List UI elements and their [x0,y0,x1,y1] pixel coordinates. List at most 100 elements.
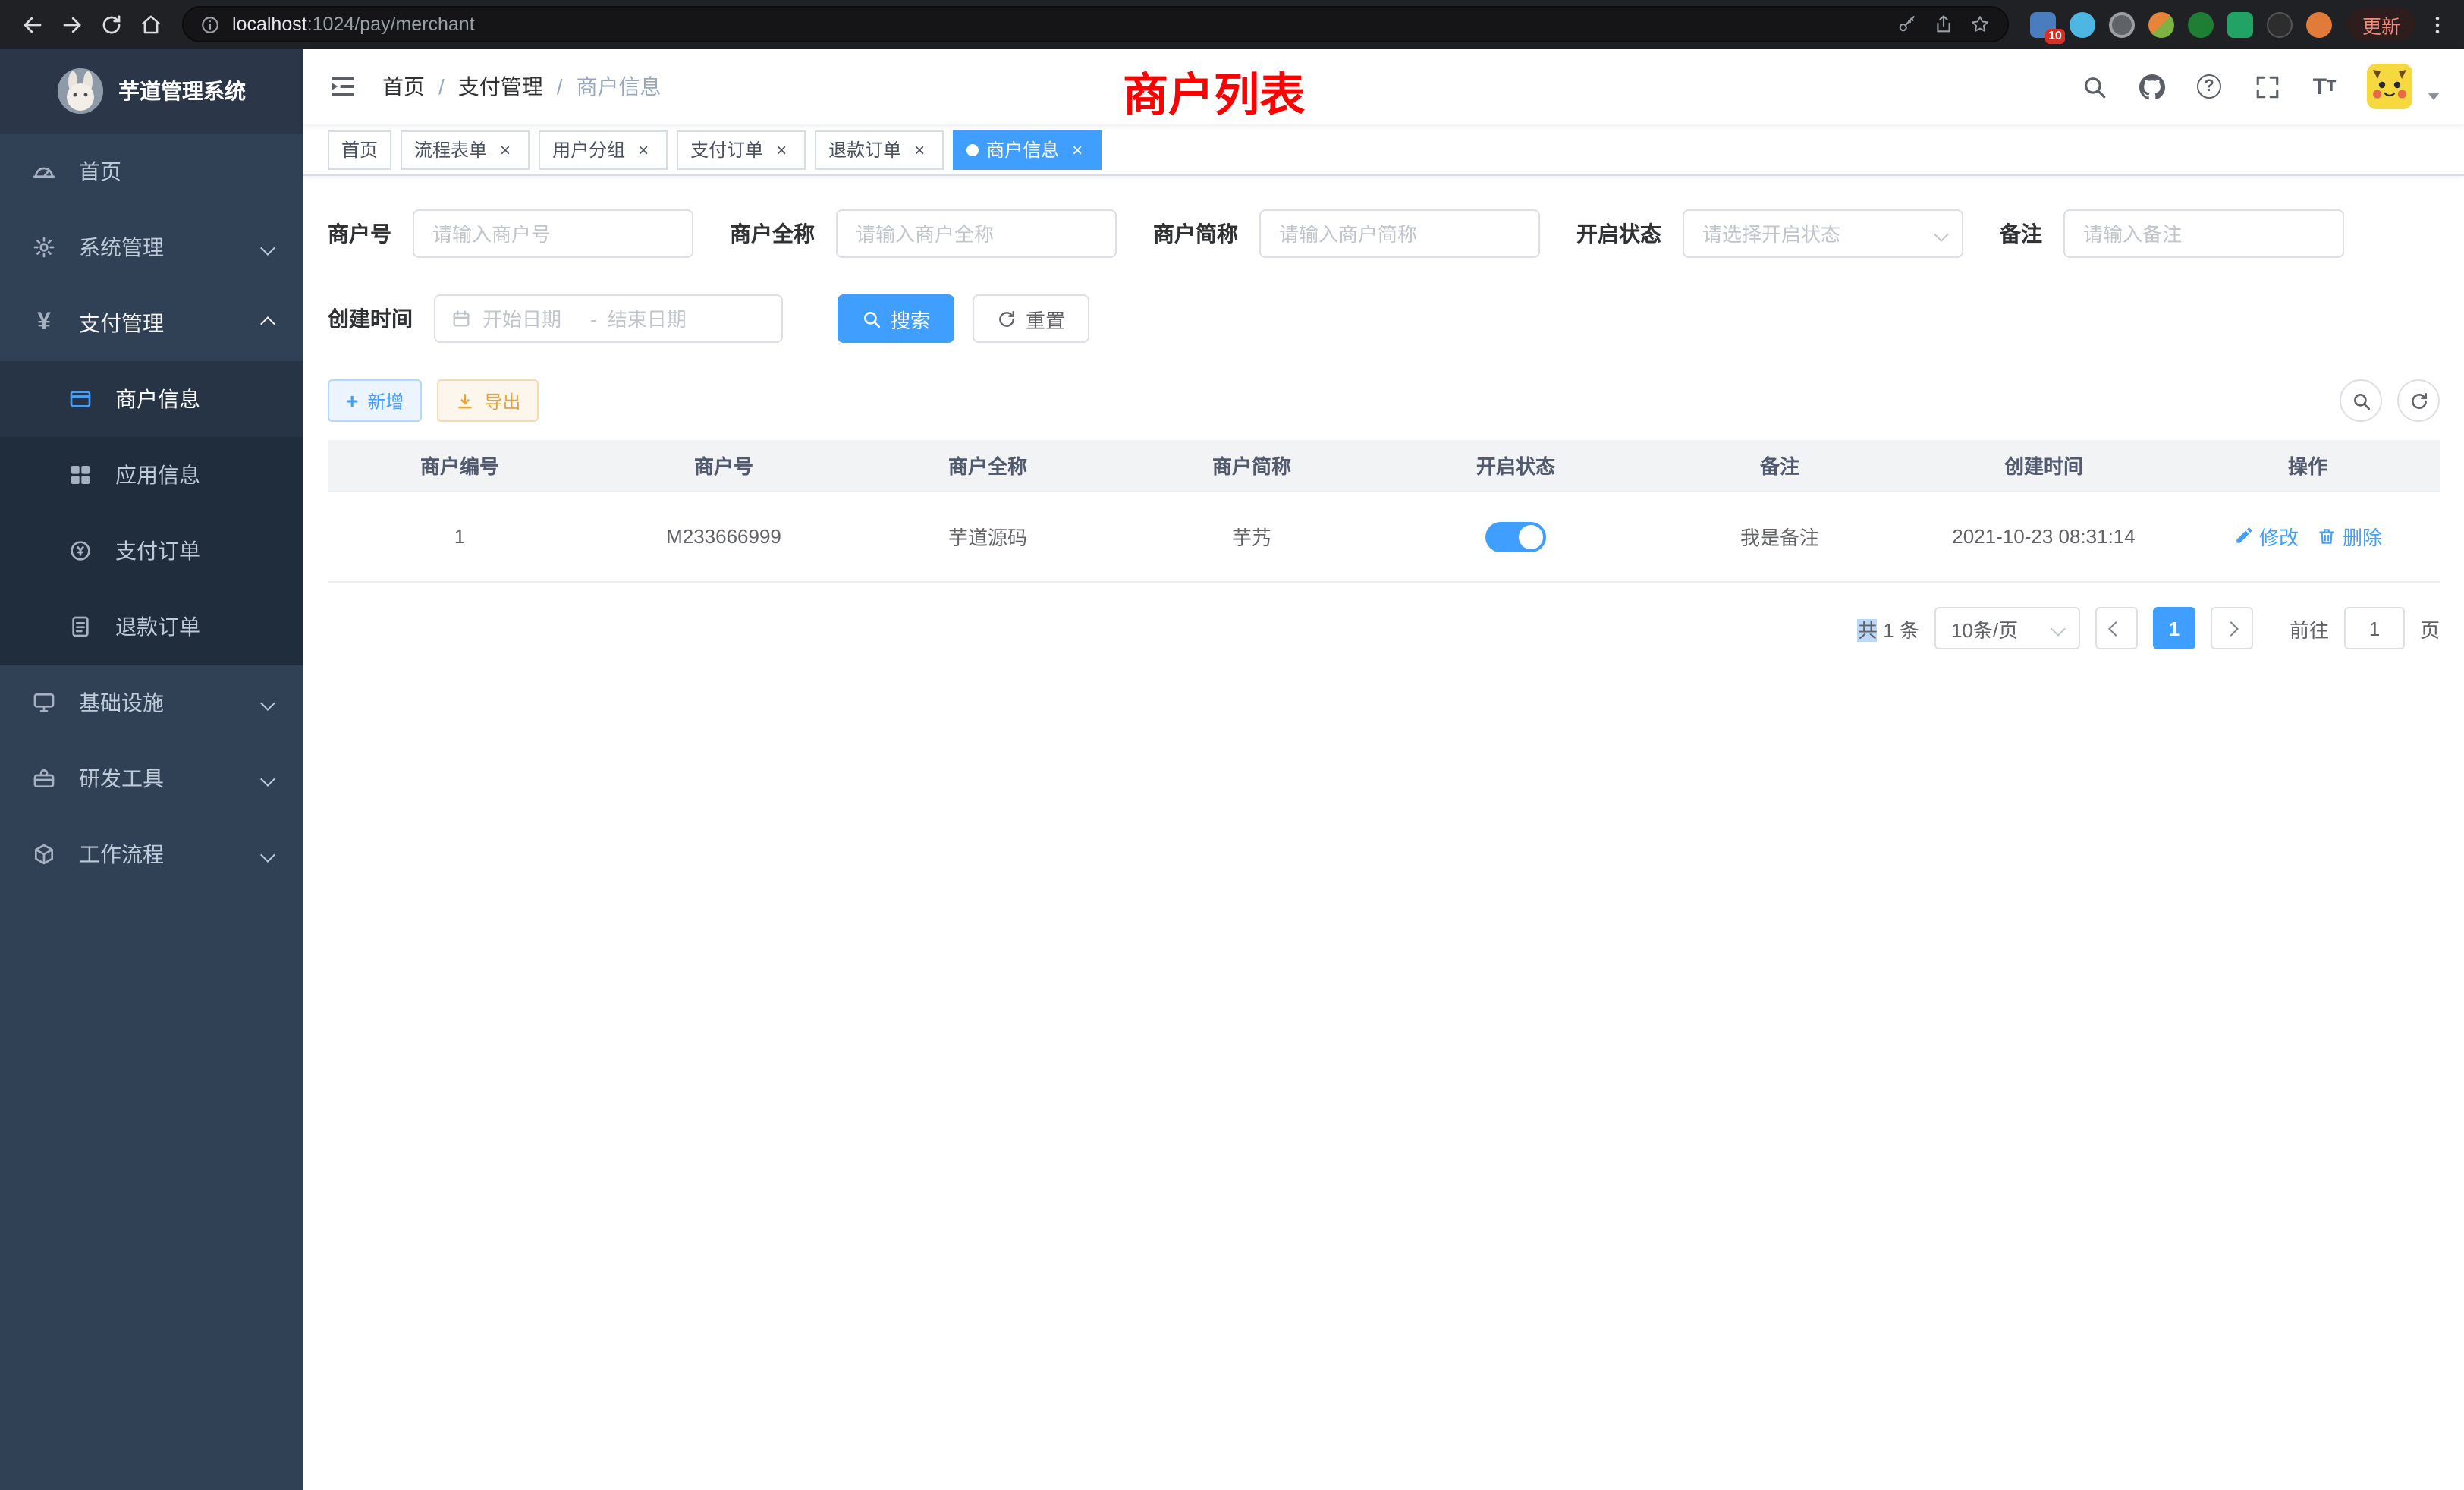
tab-process-form[interactable]: 流程表单× [401,130,530,169]
date-end-input[interactable] [608,307,705,330]
breadcrumb-separator: / [557,74,563,99]
tab-pay-orders[interactable]: 支付订单× [677,130,806,169]
page-number-1[interactable]: 1 [2153,607,2195,649]
github-button[interactable] [2136,71,2167,102]
search-icon [862,309,882,328]
sidebar-logo[interactable]: 芋道管理系统 [0,49,303,134]
sidebar-toggle-button[interactable] [328,71,358,102]
bookmark-star-icon[interactable] [1969,14,1991,35]
sidebar-item-dev-tools[interactable]: 研发工具 [0,740,303,816]
sidebar-item-system[interactable]: 系统管理 [0,209,303,285]
date-start-input[interactable] [482,307,580,330]
trash-icon [2317,527,2337,546]
sidebar-item-label: 基础设施 [79,687,164,718]
extension-drop-icon[interactable] [2070,11,2095,37]
close-icon[interactable]: × [1067,139,1088,160]
next-page-button[interactable] [2211,607,2253,649]
full-name-input[interactable] [836,209,1117,258]
browser-back-button[interactable] [12,5,52,44]
breadcrumb-separator: / [438,74,445,99]
field-label: 开启状态 [1576,218,1661,249]
browser-forward-button[interactable] [52,5,91,44]
browser-refresh-button[interactable] [91,5,130,44]
merchant-no-input[interactable] [413,209,693,258]
chevron-up-icon [260,316,275,331]
edit-icon [2233,527,2253,546]
browser-menu-button[interactable] [2422,13,2452,36]
extension-green-circle-icon[interactable] [2188,11,2214,37]
column-header: 商户号 [592,440,856,490]
remark-input[interactable] [2063,209,2344,258]
breadcrumb-payment[interactable]: 支付管理 [458,71,543,102]
prev-page-button[interactable] [2095,607,2138,649]
help-button[interactable]: ? [2194,71,2224,102]
cell-remark: 我是备注 [1648,492,1912,581]
sidebar-item-refund-orders[interactable]: 退款订单 [0,589,303,665]
tab-refund-orders[interactable]: 退款订单× [815,130,944,169]
table-row: 1 M233666999 芋道源码 芋艿 我是备注 2021-10-23 08:… [328,492,2440,583]
grid-icon [67,461,94,489]
header-search-button[interactable] [2079,71,2109,102]
address-bar[interactable]: localhost:1024/pay/merchant [182,6,2009,42]
cell-create-time: 2021-10-23 08:31:14 [1912,492,2176,581]
extension-ring-icon[interactable] [2109,11,2135,37]
active-dot-icon [966,143,979,156]
page-size-select[interactable]: 10条/页 [1934,607,2080,649]
sidebar-item-label: 系统管理 [79,232,164,262]
toggle-search-button[interactable] [2340,379,2382,422]
edit-link[interactable]: 修改 [2233,522,2299,551]
breadcrumb-home[interactable]: 首页 [382,71,425,102]
tab-home[interactable]: 首页 [328,130,391,169]
sidebar-item-home[interactable]: 首页 [0,134,303,209]
browser-update-button[interactable]: 更新 [2347,8,2415,41]
column-header: 商户编号 [328,440,592,490]
add-button[interactable]: + 新增 [328,379,422,422]
goto-page-input[interactable] [2344,607,2405,649]
extension-grid-icon[interactable]: 10 [2030,11,2056,37]
status-select[interactable] [1683,209,1963,258]
sidebar-item-infrastructure[interactable]: 基础设施 [0,665,303,740]
short-name-input[interactable] [1259,209,1540,258]
sidebar-item-label: 商户信息 [115,384,200,414]
font-size-button[interactable]: TT [2309,71,2340,102]
sidebar-item-app-info[interactable]: 应用信息 [0,437,303,513]
yen-icon: ¥ [30,310,58,337]
filter-remark: 备注 [2000,209,2344,258]
close-icon[interactable]: × [909,139,930,160]
tab-user-group[interactable]: 用户分组× [539,130,668,169]
reset-button[interactable]: 重置 [973,294,1089,343]
close-icon[interactable]: × [771,139,792,160]
extension-face-icon[interactable] [2306,11,2332,37]
sidebar-item-pay-orders[interactable]: 支付订单 [0,513,303,589]
sidebar-item-merchant-info[interactable]: 商户信息 [0,361,303,437]
font-size-icon: T [2313,74,2327,99]
field-label: 商户简称 [1153,218,1238,249]
refresh-table-button[interactable] [2397,379,2440,422]
cell-status [1384,492,1648,581]
extension-avatar-icon[interactable] [2148,11,2174,37]
pagination: 共 1 条 10条/页 1 前往 页 [328,607,2440,649]
extension-knot-icon[interactable] [2267,11,2293,37]
tab-merchant-info[interactable]: 商户信息× [953,130,1102,169]
close-icon[interactable]: × [495,139,516,160]
delete-link[interactable]: 删除 [2317,522,2382,551]
sidebar-item-payment[interactable]: ¥ 支付管理 [0,285,303,361]
extension-green-square-icon[interactable] [2227,11,2253,37]
filter-row-2: 创建时间 - 搜索 重置 [328,294,2440,343]
browser-home-button[interactable] [130,5,170,44]
export-button[interactable]: 导出 [437,379,539,422]
password-key-icon[interactable] [1897,14,1918,35]
share-icon[interactable] [1933,14,1954,35]
tags-view: 首页 流程表单× 用户分组× 支付订单× 退款订单× 商户信息× [303,124,2464,176]
column-header: 开启状态 [1384,440,1648,490]
sidebar-item-workflow[interactable]: 工作流程 [0,816,303,892]
close-icon[interactable]: × [633,139,654,160]
fullscreen-button[interactable] [2252,71,2282,102]
sidebar-item-label: 工作流程 [79,839,164,869]
status-toggle[interactable] [1485,521,1546,552]
cell-actions: 修改 删除 [2176,492,2440,581]
search-button[interactable]: 搜索 [838,294,954,343]
back-arrow-icon [20,13,43,36]
user-avatar[interactable] [2367,64,2412,109]
date-range-picker[interactable]: - [434,294,783,343]
